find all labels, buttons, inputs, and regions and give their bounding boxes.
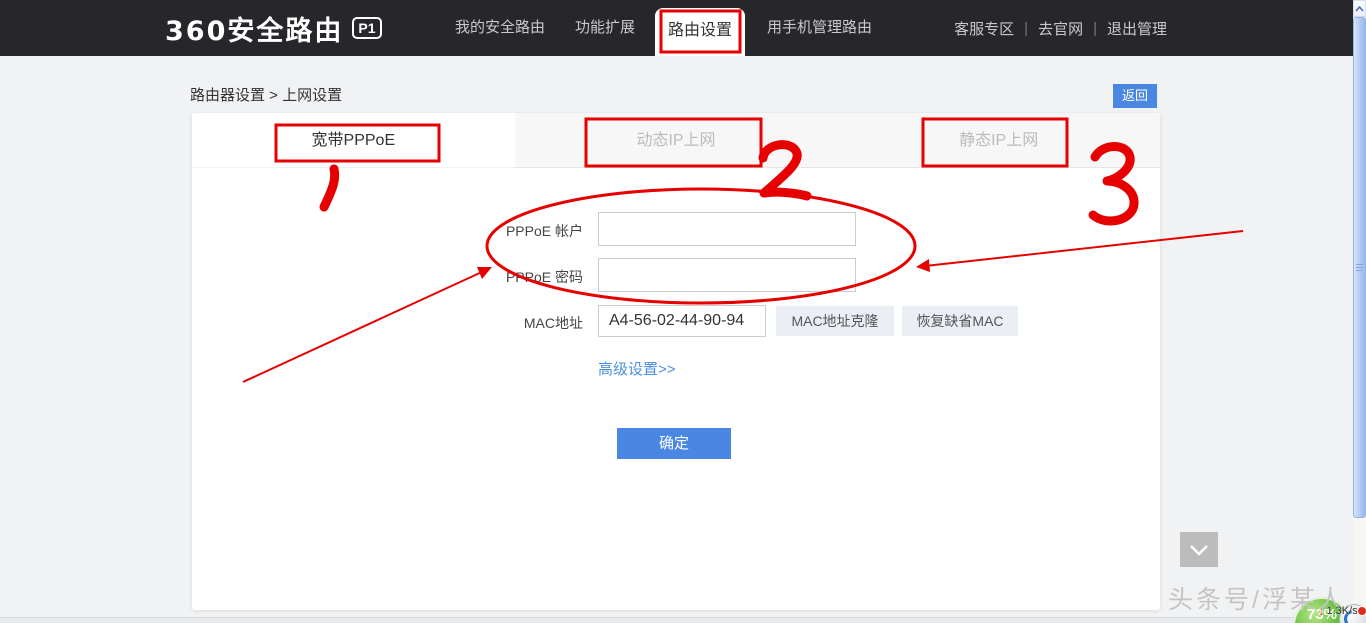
breadcrumb: 路由器设置 > 上网设置 (190, 87, 343, 104)
scroll-down-button[interactable] (1180, 532, 1218, 567)
mac-clone-button[interactable]: MAC地址克隆 (776, 306, 894, 336)
scrollbar-grip (1356, 264, 1363, 273)
logo-model-badge: P1 (352, 17, 382, 39)
nav-my-router[interactable]: 我的安全路由 (455, 0, 545, 56)
mac-restore-button[interactable]: 恢复缺省MAC (902, 306, 1018, 336)
settings-card: 宽带PPPoE 动态IP上网 静态IP上网 PPPoE 帐户 PPPoE 密码 … (192, 113, 1161, 610)
mac-address-label: MAC地址 (523, 315, 583, 331)
tab-static-ip[interactable]: 静态IP上网 (837, 113, 1161, 168)
pppoe-password-input[interactable] (598, 258, 856, 292)
download-arrow-icon: ↓ (1318, 603, 1325, 618)
nav-router-settings[interactable]: 路由设置 (655, 8, 745, 56)
chevron-up-icon (1355, 5, 1364, 12)
logo-text: 360安全路由 (165, 15, 344, 47)
vertical-scrollbar[interactable] (1353, 0, 1366, 623)
red-dot-icon (1357, 606, 1366, 616)
nav-extensions[interactable]: 功能扩展 (575, 0, 635, 56)
network-speed-value: 1.3K/s (1326, 604, 1358, 617)
link-official-site[interactable]: 去官网 (1038, 18, 1083, 39)
scrollbar-thumb[interactable] (1353, 17, 1366, 518)
pppoe-account-label: PPPoE 帐户 (505, 223, 583, 239)
tab-pppoe[interactable]: 宽带PPPoE (192, 113, 515, 168)
link-support[interactable]: 客服专区 (954, 18, 1014, 39)
nav-manage-by-phone[interactable]: 用手机管理路由 (767, 0, 872, 56)
link-separator: | (1024, 19, 1029, 37)
pppoe-password-label: PPPoE 密码 (505, 269, 583, 285)
network-speed-indicator: ↓ 1.3K/s (1318, 603, 1358, 618)
link-logout[interactable]: 退出管理 (1107, 18, 1167, 39)
pppoe-account-input[interactable] (598, 212, 856, 246)
chevron-down-icon (1190, 544, 1208, 556)
logo: 360安全路由 P1 (165, 0, 382, 56)
confirm-button[interactable]: 确定 (617, 428, 731, 459)
connection-type-tabs: 宽带PPPoE 动态IP上网 静态IP上网 (192, 113, 1161, 168)
tab-dynamic-ip[interactable]: 动态IP上网 (514, 113, 838, 168)
scrollbar-up-button[interactable] (1353, 0, 1366, 17)
advanced-settings-link[interactable]: 高级设置>> (598, 358, 676, 379)
mac-address-input[interactable] (598, 305, 766, 337)
app-header: 360安全路由 P1 我的安全路由 功能扩展 路由设置 用手机管理路由 客服专区… (0, 0, 1366, 56)
back-button[interactable]: 返回 (1113, 84, 1157, 108)
header-links: 客服专区 | 去官网 | 退出管理 (954, 0, 1167, 56)
link-separator: | (1093, 19, 1097, 37)
taskbar-edge (0, 617, 1366, 623)
